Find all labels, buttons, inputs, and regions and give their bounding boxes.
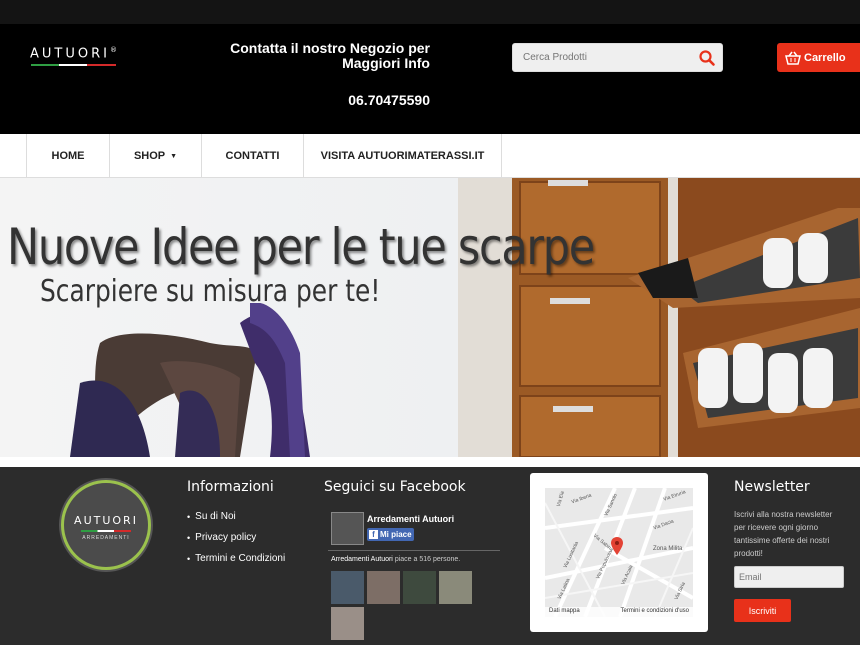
search-input[interactable] bbox=[513, 44, 693, 71]
info-links: • Su di Noi • Privacy policy • Termini e Co… bbox=[187, 510, 285, 573]
newsletter-text: Iscrivi alla nostra newsletter per ricev… bbox=[734, 510, 833, 558]
contact-text: Contatta il nostro Negozio per Maggiori … bbox=[230, 41, 430, 71]
search-box bbox=[512, 43, 723, 72]
cart-button[interactable]: Carrello bbox=[777, 43, 860, 72]
facebook-icon: f bbox=[369, 530, 378, 539]
facebook-heading: Seguici su Facebook bbox=[324, 479, 466, 495]
basket-icon bbox=[785, 51, 801, 65]
cart-label: Carrello bbox=[804, 51, 846, 64]
search-icon[interactable] bbox=[698, 49, 716, 67]
fb-like-button[interactable]: f Mi piace bbox=[367, 528, 414, 541]
site-logo[interactable]: AUTUORI® bbox=[30, 46, 120, 61]
map-pin-icon[interactable] bbox=[611, 537, 623, 555]
map-widget: Via Ela Via Iberia Via Etruria Via Sanni… bbox=[530, 473, 708, 632]
nav-item-contatti[interactable]: CONTATTI bbox=[202, 134, 304, 178]
high-heels-image bbox=[70, 303, 310, 457]
nav-item-shop[interactable]: SHOP ▼ bbox=[110, 134, 202, 178]
divider bbox=[328, 550, 500, 551]
link-su-di-noi[interactable]: • Su di Noi bbox=[187, 510, 285, 531]
top-bar bbox=[0, 0, 860, 24]
location-map[interactable]: Via Ela Via Iberia Via Etruria Via Sanni… bbox=[545, 488, 693, 617]
fb-page-avatar[interactable] bbox=[331, 512, 364, 545]
fan-avatar[interactable] bbox=[439, 571, 472, 604]
hero-subtitle: Scarpiere su misura per te! bbox=[40, 274, 381, 309]
hero-banner[interactable]: Nuove Idee per le tue scarpe Scarpiere s… bbox=[0, 178, 860, 457]
contact-line-1: Contatta il nostro Negozio per bbox=[230, 40, 430, 56]
footer-logo-badge[interactable]: AUTUORI ARREDAMENTI bbox=[61, 480, 151, 570]
map-attribution: Dati mappa Termini e condizioni d'uso bbox=[545, 607, 693, 617]
caret-down-icon: ▼ bbox=[170, 152, 178, 160]
separator bbox=[0, 457, 860, 467]
fb-page-name[interactable]: Arredamenti Autuori bbox=[367, 514, 454, 524]
map-label: Zona Milita bbox=[653, 546, 683, 552]
map-data-link[interactable]: Dati mappa bbox=[549, 608, 580, 616]
facebook-widget: Arredamenti Autuori f Mi piace Arredamen… bbox=[328, 508, 500, 640]
map-terms-link[interactable]: Termini e condizioni d'uso bbox=[620, 608, 689, 616]
nav-item-visita[interactable]: VISITA AUTUORIMATERASSI.IT bbox=[304, 134, 502, 178]
link-privacy[interactable]: • Privacy policy bbox=[187, 531, 285, 552]
main-nav: HOME SHOP ▼ CONTATTI VISITA AUTUORIMATERA… bbox=[0, 134, 860, 178]
fan-avatar[interactable] bbox=[331, 571, 364, 604]
fan-avatar[interactable] bbox=[403, 571, 436, 604]
fb-like-count: Arredamenti Autuori piace a 516 persone. bbox=[331, 556, 461, 563]
badge-subtitle: ARREDAMENTI bbox=[82, 535, 130, 541]
newsletter-subscribe-button[interactable]: Iscriviti bbox=[734, 599, 791, 622]
phone-number[interactable]: 06.70475590 bbox=[230, 92, 430, 108]
newsletter-email-input[interactable] bbox=[734, 566, 844, 588]
info-heading: Informazioni bbox=[187, 479, 274, 495]
nav-item-home[interactable]: HOME bbox=[27, 134, 110, 178]
hero-title: Nuove Idee per le tue scarpe bbox=[7, 218, 595, 276]
fan-avatar[interactable] bbox=[367, 571, 400, 604]
badge-title: AUTUORI bbox=[74, 514, 138, 527]
site-header bbox=[0, 24, 860, 134]
logo-flag-stripe bbox=[31, 64, 116, 66]
fan-avatar[interactable] bbox=[331, 607, 364, 640]
badge-flag-stripe bbox=[81, 530, 131, 532]
newsletter-heading: Newsletter bbox=[734, 479, 810, 495]
link-termini[interactable]: • Termini e Condizioni bbox=[187, 552, 285, 573]
contact-line-2: Maggiori Info bbox=[342, 55, 430, 71]
